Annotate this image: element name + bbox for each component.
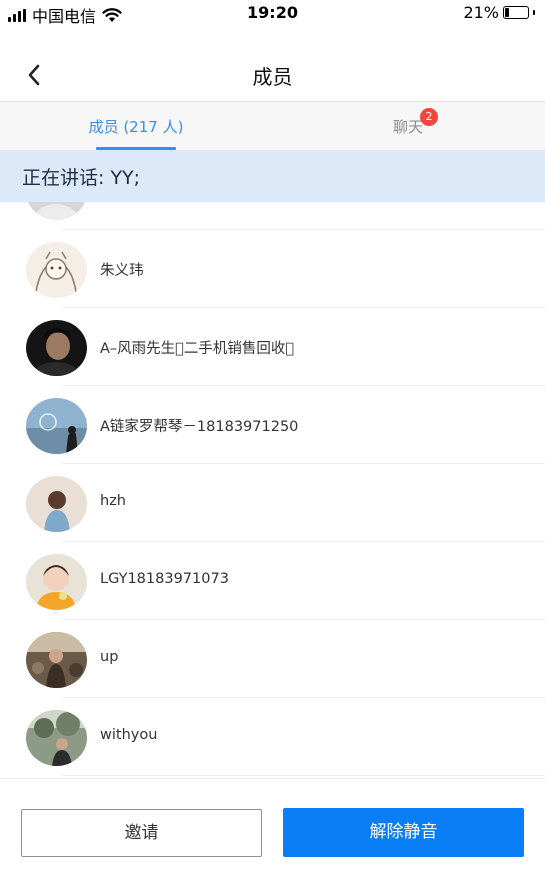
avatar xyxy=(26,710,87,766)
battery-percent: 21% xyxy=(463,3,499,22)
member-name: up xyxy=(100,649,119,665)
bottom-action-bar: 邀请 解除静音 xyxy=(0,778,545,886)
member-row[interactable]: A–风雨先生二手机销售回收 xyxy=(0,308,545,386)
avatar xyxy=(26,202,87,220)
member-row[interactable]: 朱义玮 xyxy=(0,230,545,308)
avatar xyxy=(26,554,87,610)
battery-cap xyxy=(533,10,535,15)
battery-icon xyxy=(503,6,529,19)
tab-chat-text: 聊天 xyxy=(392,118,423,136)
status-right: 21% xyxy=(463,3,535,22)
member-row[interactable]: A链家罗帮琴－18183971250 xyxy=(0,386,545,464)
member-list[interactable]: 朱义玮 A–风雨先生二手机销售回收 A链家罗帮琴－18183971250 h… xyxy=(0,202,545,778)
member-name: 朱义玮 xyxy=(100,263,144,279)
avatar xyxy=(26,398,87,454)
tab-chat[interactable]: 聊天 2 xyxy=(272,102,544,150)
member-name: withyou xyxy=(100,727,158,743)
member-name: LGY18183971073 xyxy=(100,571,229,587)
invite-button[interactable]: 邀请 xyxy=(21,809,262,857)
nav-bar: 成员 xyxy=(0,48,545,102)
page-title: 成员 xyxy=(252,65,293,89)
status-bar: 中国电信 19:20 21% xyxy=(0,0,545,26)
member-name: A–风雨先生二手机销售回收 xyxy=(100,341,294,357)
tab-members-label: 成员 (217 人) xyxy=(88,118,184,136)
tab-chat-label: 聊天 2 xyxy=(392,108,438,137)
unmute-button[interactable]: 解除静音 xyxy=(283,808,524,857)
avatar xyxy=(26,242,87,298)
tab-bar: 成员 (217 人) 聊天 2 xyxy=(0,102,545,150)
member-row[interactable]: withyou xyxy=(0,698,545,776)
member-name: A链家罗帮琴－18183971250 xyxy=(100,419,299,435)
member-name: hzh xyxy=(100,493,126,509)
avatar xyxy=(26,320,87,376)
speaking-banner: 正在讲话: YY; xyxy=(0,150,545,202)
tab-members[interactable]: 成员 (217 人) xyxy=(0,102,272,150)
member-row[interactable]: up xyxy=(0,620,545,698)
speaking-text: 正在讲话: YY; xyxy=(22,167,141,189)
member-row[interactable]: hzh xyxy=(0,464,545,542)
member-row[interactable] xyxy=(0,202,545,230)
avatar xyxy=(26,632,87,688)
avatar xyxy=(26,476,87,532)
row-divider xyxy=(62,775,545,776)
member-row[interactable]: LGY18183971073 xyxy=(0,542,545,620)
unread-badge: 2 xyxy=(419,108,438,126)
